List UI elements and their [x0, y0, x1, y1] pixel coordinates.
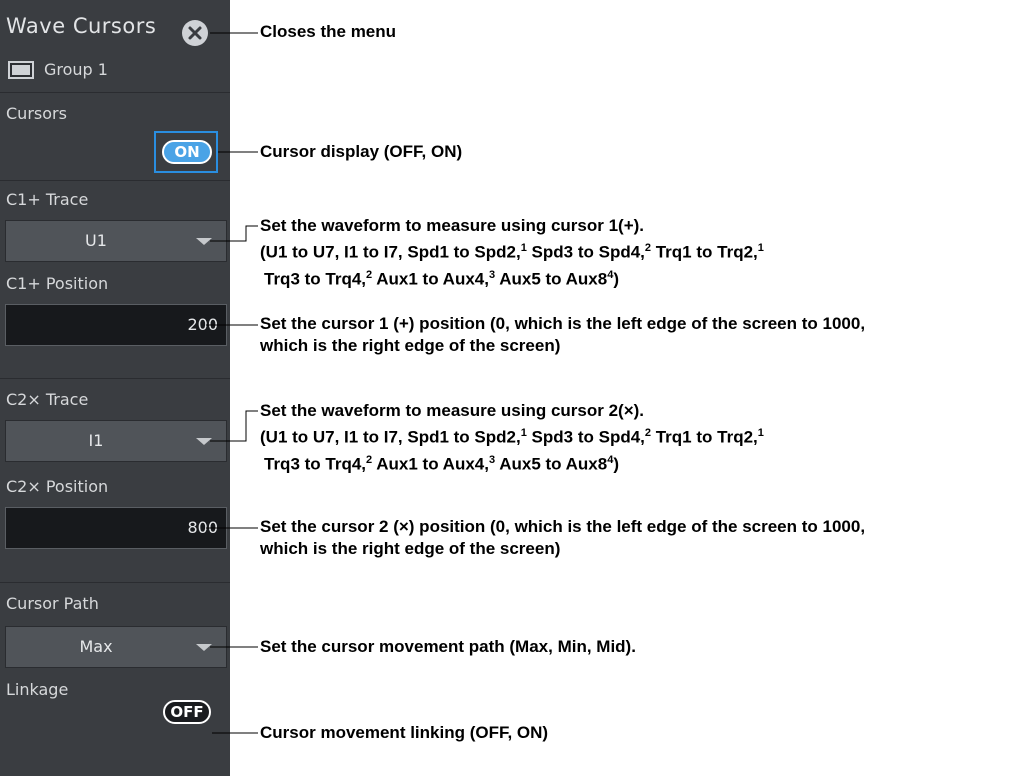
callout-c1-trace-line3: Trq3 to Trq4,2 Aux1 to Aux4,3 Aux5 to Au…	[264, 268, 619, 289]
callout-c2-trace-line3: Trq3 to Trq4,2 Aux1 to Aux4,3 Aux5 to Au…	[264, 453, 619, 474]
callout-c1-trace: Set the waveform to measure using cursor…	[260, 215, 764, 290]
callout-c1-trace-line2: (U1 to U7, I1 to I7, Spd1 to Spd2,1 Spd3…	[260, 242, 764, 262]
callout-c2-position-line2: which is the right edge of the screen)	[260, 539, 561, 558]
callout-c2-trace-line2: (U1 to U7, I1 to I7, Spd1 to Spd2,1 Spd3…	[260, 427, 764, 447]
callout-c2-position-line1: Set the cursor 2 (×) position (0, which …	[260, 517, 866, 536]
callout-c1-position-line2: which is the right edge of the screen)	[260, 336, 561, 355]
callout-linkage: Cursor movement linking (OFF, ON)	[260, 723, 549, 742]
callout-c1-position-line1: Set the cursor 1 (+) position (0, which …	[260, 314, 866, 333]
callout-c2-position: Set the cursor 2 (×) position (0, which …	[260, 516, 865, 560]
callout-c1-trace-line1: Set the waveform to measure using cursor…	[260, 216, 645, 235]
callout-c2-trace-line1: Set the waveform to measure using cursor…	[260, 401, 645, 420]
callout-leader-lines	[206, 32, 258, 734]
callout-c1-position: Set the cursor 1 (+) position (0, which …	[260, 313, 865, 357]
callout-cursor-path: Set the cursor movement path (Max, Min, …	[260, 637, 636, 656]
callout-c2-trace: Set the waveform to measure using cursor…	[260, 400, 764, 475]
callout-cursor-display: Cursor display (OFF, ON)	[260, 142, 463, 161]
callout-close: Closes the menu	[260, 22, 397, 41]
